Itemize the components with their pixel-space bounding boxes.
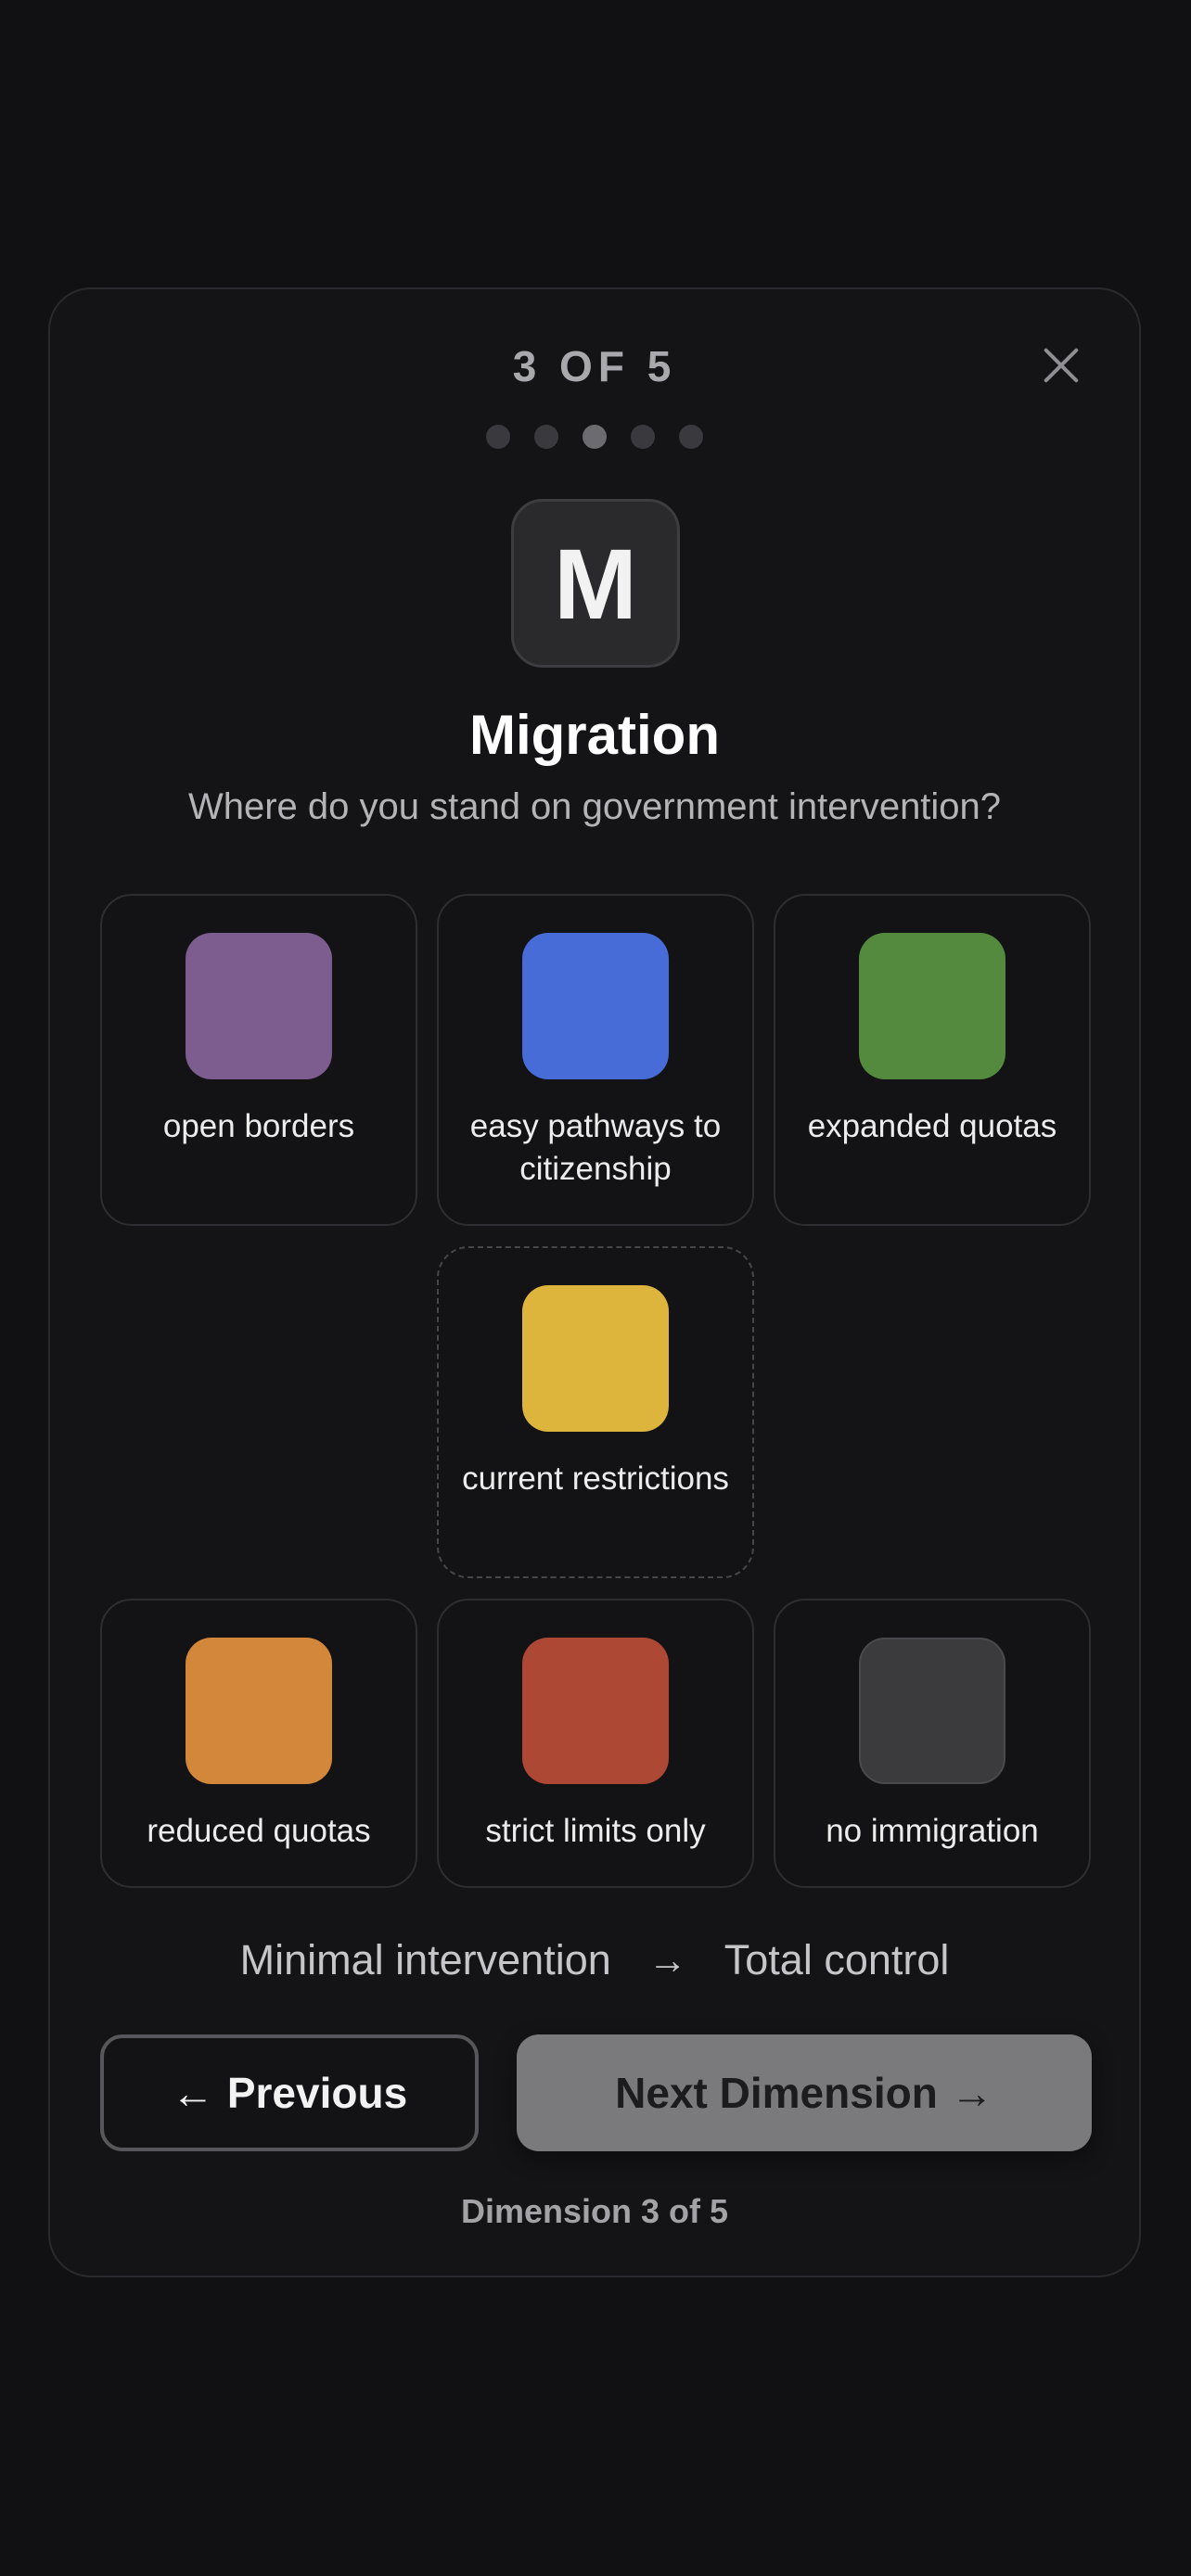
option-current-restrictions[interactable]: current restrictions (437, 1246, 754, 1578)
option-open-borders[interactable]: open borders (100, 894, 417, 1226)
next-dimension-button[interactable]: Next Dimension → (517, 2034, 1092, 2151)
option-no-immigration[interactable]: no immigration (774, 1599, 1091, 1888)
option-easy-pathways[interactable]: easy pathways to citizenship (437, 894, 754, 1226)
next-button-label: Next Dimension (615, 2069, 938, 2117)
option-label: open borders (162, 1108, 355, 1144)
color-swatch (186, 1638, 332, 1784)
color-swatch (186, 933, 332, 1079)
dimension-title: Migration (469, 704, 720, 766)
step-indicator (50, 425, 1139, 449)
arrow-right-icon: → (647, 1938, 687, 1982)
dimension-progress-text: Dimension 3 of 5 (460, 2192, 729, 2230)
option-label: no immigration (826, 1813, 1039, 1849)
intervention-scale: Minimal intervention → Total control (50, 1936, 1139, 1984)
color-swatch (859, 1638, 1005, 1784)
dimension-letter-icon: M (511, 499, 680, 668)
arrow-left-icon: ← (171, 2069, 214, 2117)
option-expanded-quotas[interactable]: expanded quotas (774, 894, 1091, 1226)
option-strict-limits[interactable]: strict limits only (437, 1599, 754, 1888)
previous-button-label: Previous (226, 2069, 408, 2117)
step-dot-5 (679, 425, 703, 449)
arrow-right-icon: → (950, 2069, 993, 2117)
step-dot-3-active (583, 425, 607, 449)
option-reduced-quotas[interactable]: reduced quotas (100, 1599, 417, 1888)
option-label: expanded quotas (807, 1108, 1057, 1144)
color-swatch (859, 933, 1005, 1079)
option-label: reduced quotas (147, 1813, 371, 1849)
scale-right-label: Total control (724, 1936, 950, 1983)
color-swatch (522, 1638, 669, 1784)
step-dot-2 (534, 425, 558, 449)
color-swatch (522, 933, 669, 1079)
dimension-modal: 3 OF 5 M Migration Where do you stand on… (48, 287, 1141, 2277)
option-label: strict limits only (485, 1813, 706, 1849)
dimension-question: Where do you stand on government interve… (187, 786, 1002, 827)
step-counter: 3 OF 5 (512, 342, 677, 390)
previous-button[interactable]: ← Previous (100, 2034, 479, 2151)
scale-left-label: Minimal intervention (239, 1936, 611, 1983)
close-icon[interactable] (1035, 339, 1087, 391)
option-label: current restrictions (462, 1460, 729, 1497)
color-swatch (522, 1285, 669, 1432)
step-dot-1 (486, 425, 510, 449)
option-label: easy pathways to citizenship (469, 1108, 722, 1187)
step-dot-4 (631, 425, 655, 449)
